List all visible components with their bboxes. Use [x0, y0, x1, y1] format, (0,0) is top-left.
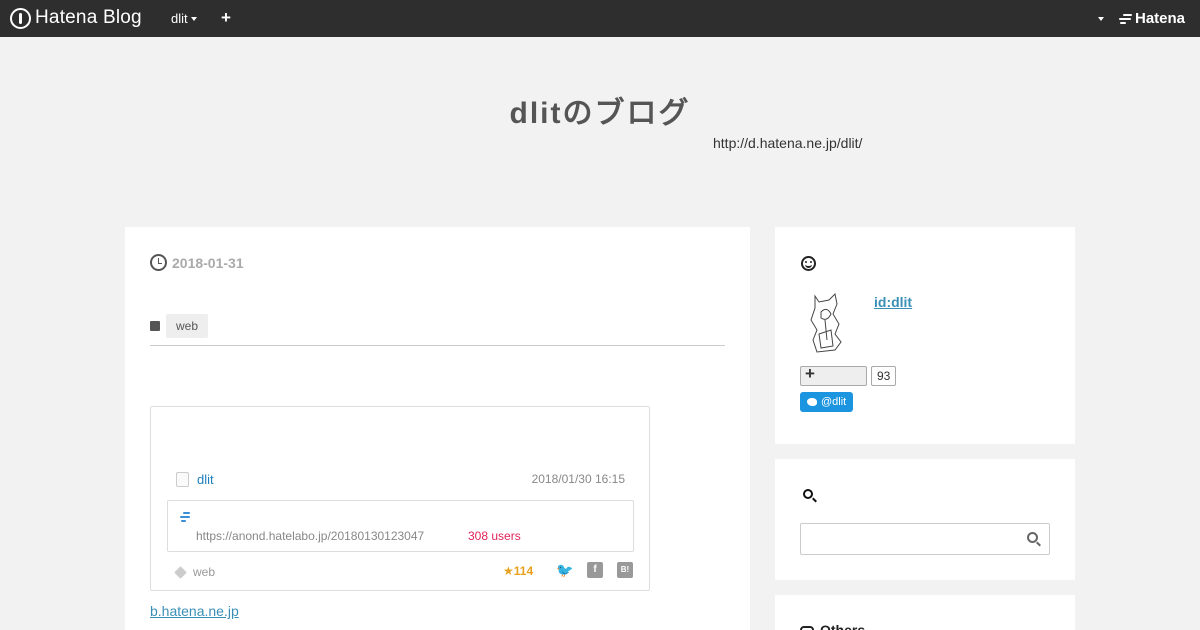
entry-date[interactable]: 2018-01-31 [150, 254, 244, 271]
entry-article: 2018-01-31 web dlit 2018/01/30 16:15 htt… [125, 227, 750, 630]
user-avatar [176, 472, 189, 487]
new-entry-button[interactable]: + [221, 8, 231, 28]
user-menu-label: dlit [171, 11, 188, 26]
global-header: Hatena Blog dlit + Hatena [0, 0, 1200, 37]
embed-tag[interactable]: web [174, 565, 216, 579]
profile-avatar[interactable] [805, 290, 855, 356]
embed-user[interactable]: dlit [176, 472, 214, 487]
profile-id-link[interactable]: id:dlit [874, 294, 912, 310]
search-input[interactable] [800, 523, 1050, 555]
search-icon [803, 489, 813, 499]
hatena-blog-logo-icon [10, 7, 31, 29]
entry-categories: web [150, 314, 209, 338]
bookmark-embed-card: dlit 2018/01/30 16:15 https://anond.hate… [150, 406, 650, 591]
search-submit-icon[interactable] [1027, 532, 1038, 543]
others-heading-text: Others [820, 622, 866, 630]
hatena-brand-label: Hatena [1135, 10, 1186, 27]
smiley-icon [801, 256, 816, 271]
others-module: Others [775, 595, 1075, 630]
hatena-icon [1118, 13, 1133, 25]
logo-text: Hatena Blog [35, 7, 142, 28]
embed-tag-label: web [193, 565, 216, 579]
hatena-blog-logo[interactable]: Hatena Blog [10, 6, 142, 30]
embed-timestamp[interactable]: 2018/01/30 16:15 [532, 472, 625, 486]
hatena-brand-link[interactable]: Hatena [1118, 10, 1185, 27]
star-count[interactable]: ★114 [503, 564, 533, 578]
tag-icon [174, 565, 187, 579]
blog-description-url: http://d.hatena.ne.jp/dlit/ [713, 135, 863, 151]
folder-icon [150, 321, 160, 331]
bookmarked-link-box[interactable]: https://anond.hatelabo.jp/20180130123047… [167, 500, 634, 552]
entry-date-text: 2018-01-31 [172, 254, 244, 271]
bookmarked-url[interactable]: https://anond.hatelabo.jp/20180130123047 [196, 529, 424, 543]
bookmark-users-count[interactable]: 308 users [468, 529, 521, 543]
user-menu-dropdown[interactable]: dlit [171, 11, 197, 26]
facebook-icon[interactable]: f [587, 562, 603, 578]
twitter-icon[interactable]: 🐦 [556, 562, 573, 578]
twitter-handle: @dlit [821, 396, 847, 408]
clock-icon [150, 254, 167, 271]
link-icon [800, 626, 814, 630]
follow-button[interactable] [800, 364, 867, 386]
chevron-down-icon [190, 16, 197, 21]
twitter-follow-button[interactable]: @dlit [800, 392, 854, 412]
hatena-bookmark-icon[interactable]: B! [617, 562, 633, 578]
others-heading: Others [800, 622, 865, 630]
category-tag-web[interactable]: web [166, 314, 209, 338]
embed-username: dlit [197, 472, 214, 487]
profile-module: id:dlit 93 @dlit [775, 227, 1075, 444]
follower-count: 93 [871, 366, 897, 386]
blog-title[interactable]: dlitのブログ [0, 88, 1200, 132]
search-module [775, 459, 1075, 580]
twitter-bird-icon [807, 398, 817, 406]
header-menu-dropdown[interactable] [1098, 17, 1104, 21]
entry-header-divider [150, 345, 725, 346]
hatena-favicon-icon [179, 512, 192, 522]
source-link[interactable]: b.hatena.ne.jp [150, 603, 239, 619]
